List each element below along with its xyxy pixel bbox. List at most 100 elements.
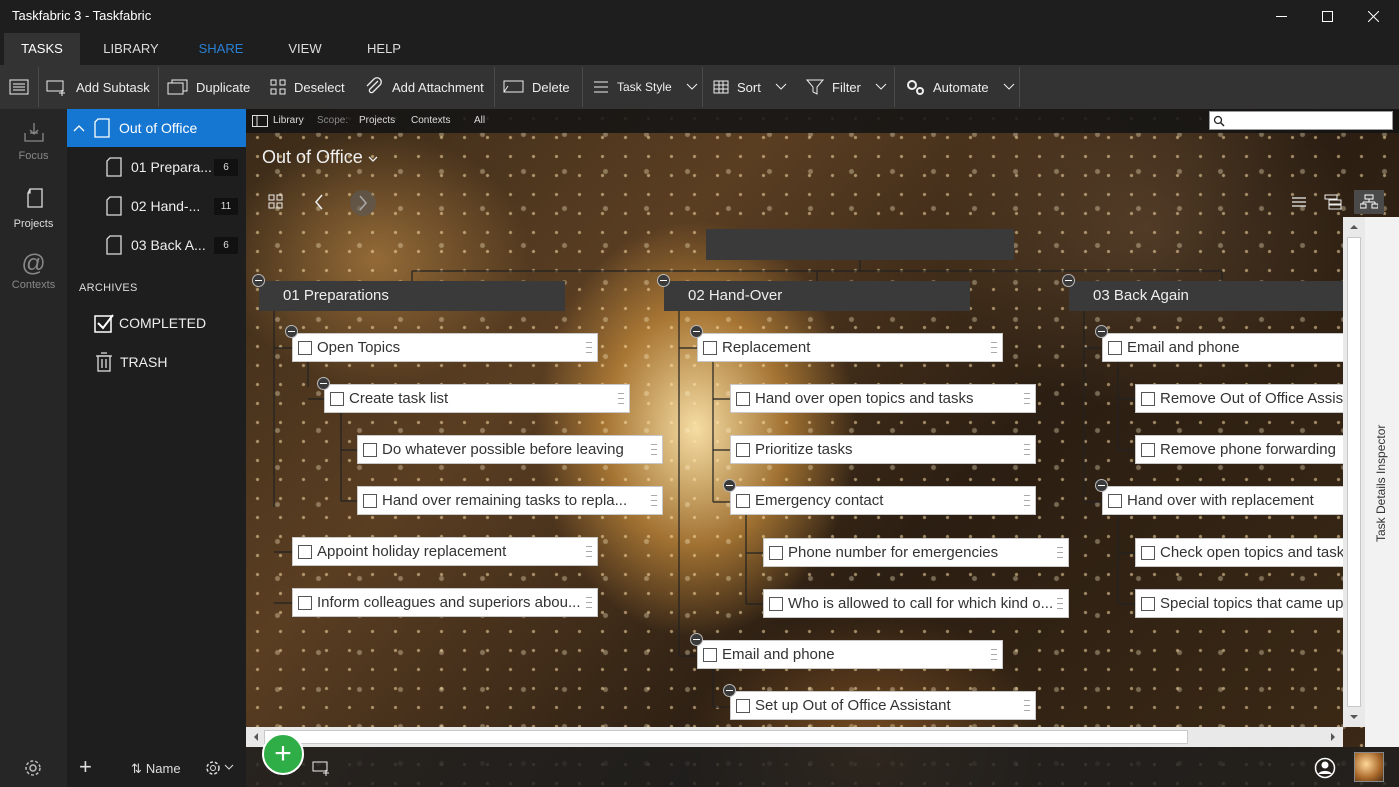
task-node[interactable]: Do whatever possible before leaving: [357, 435, 663, 464]
rail-projects[interactable]: Projects: [0, 187, 67, 230]
task-node[interactable]: Remove Out of Office Assis: [1135, 384, 1343, 413]
chevron-down-icon: [875, 83, 887, 90]
task-node[interactable]: Who is allowed to call for which kind o.…: [763, 589, 1069, 618]
automate-dropdown[interactable]: Automate: [905, 65, 1015, 109]
tab-view[interactable]: VIEW: [276, 33, 334, 65]
task-style-dropdown[interactable]: Task Style: [593, 65, 698, 109]
count-badge: 6: [214, 237, 238, 254]
collapse-icon[interactable]: [252, 274, 265, 287]
sidebar-settings-button[interactable]: [204, 759, 236, 780]
scroll-thumb[interactable]: [1347, 237, 1361, 707]
main-canvas-area: Library Scope: Projects Contexts All Out…: [246, 109, 1399, 787]
sidebar-item-trash[interactable]: TRASH: [67, 343, 246, 381]
deselect-button[interactable]: Deselect: [270, 65, 345, 109]
group-header-03[interactable]: 03 Back Again: [1069, 281, 1343, 311]
close-button[interactable]: [1350, 0, 1396, 33]
tab-help[interactable]: HELP: [356, 33, 412, 65]
task-node[interactable]: Replacement: [697, 333, 1003, 362]
group-header-01[interactable]: 01 Preparations: [259, 281, 565, 311]
add-subtask-icon: [312, 761, 329, 776]
collapse-icon[interactable]: [285, 325, 298, 338]
minimize-button[interactable]: [1258, 0, 1304, 33]
tab-tasks[interactable]: TASKS: [4, 33, 80, 65]
task-node[interactable]: Check open topics and task: [1135, 538, 1343, 567]
sidebar-item-01[interactable]: 01 Prepara... 6: [67, 148, 246, 186]
sidebar-item-03[interactable]: 03 Back A... 6: [67, 226, 246, 264]
task-node[interactable]: Email and phone: [697, 640, 1003, 669]
grid-view-button[interactable]: [268, 194, 284, 215]
task-node[interactable]: Remove phone forwarding: [1135, 435, 1343, 464]
back-button[interactable]: [314, 194, 324, 215]
library-toggle[interactable]: Library: [273, 115, 304, 126]
menu-toggle-button[interactable]: [9, 65, 29, 109]
scroll-thumb[interactable]: [264, 730, 1188, 744]
scope-all[interactable]: All: [474, 115, 485, 126]
add-subtask-footer-button[interactable]: [312, 760, 332, 781]
task-node[interactable]: Prioritize tasks: [730, 435, 1036, 464]
task-style-icon: [594, 81, 608, 93]
sort-dropdown[interactable]: Sort: [713, 65, 787, 109]
background-thumbnail[interactable]: [1354, 752, 1384, 782]
collapse-icon[interactable]: [317, 377, 330, 390]
task-details-inspector-tab[interactable]: Task Details Inspector: [1365, 217, 1399, 747]
task-node[interactable]: Inform colleagues and superiors abou...: [292, 588, 598, 617]
collapse-icon[interactable]: [1095, 479, 1108, 492]
gear-icon: [206, 761, 234, 775]
task-node[interactable]: Email and phone: [1102, 333, 1343, 362]
sidebar-item-02[interactable]: 02 Hand-... 11: [67, 187, 246, 225]
at-icon: @: [21, 250, 46, 277]
task-node[interactable]: Special topics that came up: [1135, 589, 1343, 618]
sidebar-footer: + ⇅ Name: [67, 749, 246, 787]
root-node[interactable]: [706, 229, 1014, 260]
project-title-dropdown[interactable]: Out of Office: [262, 147, 378, 168]
add-subtask-icon: [46, 80, 65, 96]
add-subtask-button[interactable]: Add Subtask: [46, 65, 150, 109]
maximize-button[interactable]: [1304, 0, 1350, 33]
count-badge: 11: [214, 198, 238, 215]
duplicate-button[interactable]: Duplicate: [167, 65, 250, 109]
canvas-footer: +: [246, 733, 1399, 787]
group-header-02[interactable]: 02 Hand-Over: [664, 281, 970, 311]
outline-view-button[interactable]: [1324, 194, 1342, 215]
tab-library[interactable]: LIBRARY: [96, 33, 166, 65]
horizontal-scrollbar[interactable]: [246, 727, 1343, 747]
collapse-icon[interactable]: [657, 274, 670, 287]
task-node[interactable]: Open Topics: [292, 333, 598, 362]
deselect-icon: [270, 79, 286, 95]
forward-button[interactable]: [350, 190, 376, 216]
collapse-icon[interactable]: [1062, 274, 1075, 287]
delete-button[interactable]: Delete: [503, 65, 570, 109]
collapse-icon[interactable]: [690, 633, 703, 646]
task-node[interactable]: Create task list: [324, 384, 630, 413]
task-node[interactable]: Set up Out of Office Assistant: [730, 691, 1036, 720]
settings-icon[interactable]: [22, 757, 44, 784]
add-task-button[interactable]: +: [262, 733, 304, 775]
collapse-icon[interactable]: [723, 479, 736, 492]
task-node[interactable]: Hand over remaining tasks to repla...: [357, 486, 663, 515]
collapse-icon[interactable]: [723, 684, 736, 697]
list-view-button[interactable]: [1292, 196, 1306, 214]
scope-projects[interactable]: Projects: [359, 115, 395, 126]
sidebar-item-completed[interactable]: COMPLETED: [67, 304, 246, 342]
list-view-icon: [1292, 197, 1306, 207]
rail-contexts[interactable]: @ Contexts: [0, 250, 67, 292]
search-input[interactable]: [1209, 111, 1393, 130]
tab-share[interactable]: SHARE: [188, 33, 254, 65]
task-node[interactable]: Hand over with replacement: [1102, 486, 1343, 515]
filter-dropdown[interactable]: Filter: [806, 65, 887, 109]
task-node[interactable]: Emergency contact: [730, 486, 1036, 515]
sidebar-project-out-of-office[interactable]: Out of Office: [67, 109, 246, 147]
sort-by-button[interactable]: ⇅ Name: [131, 761, 181, 777]
vertical-scrollbar[interactable]: [1343, 217, 1365, 727]
collapse-icon[interactable]: [690, 325, 703, 338]
task-node[interactable]: Appoint holiday replacement: [292, 537, 598, 566]
task-node[interactable]: Hand over open topics and tasks: [730, 384, 1036, 413]
scope-contexts[interactable]: Contexts: [411, 115, 450, 126]
rail-focus[interactable]: Focus: [0, 121, 67, 162]
account-icon[interactable]: [1314, 757, 1336, 784]
add-project-button[interactable]: +: [79, 756, 92, 778]
task-node[interactable]: Phone number for emergencies: [763, 538, 1069, 567]
collapse-icon[interactable]: [1095, 325, 1108, 338]
add-attachment-button[interactable]: Add Attachment: [364, 65, 484, 109]
mindmap-view-button[interactable]: [1354, 190, 1384, 214]
